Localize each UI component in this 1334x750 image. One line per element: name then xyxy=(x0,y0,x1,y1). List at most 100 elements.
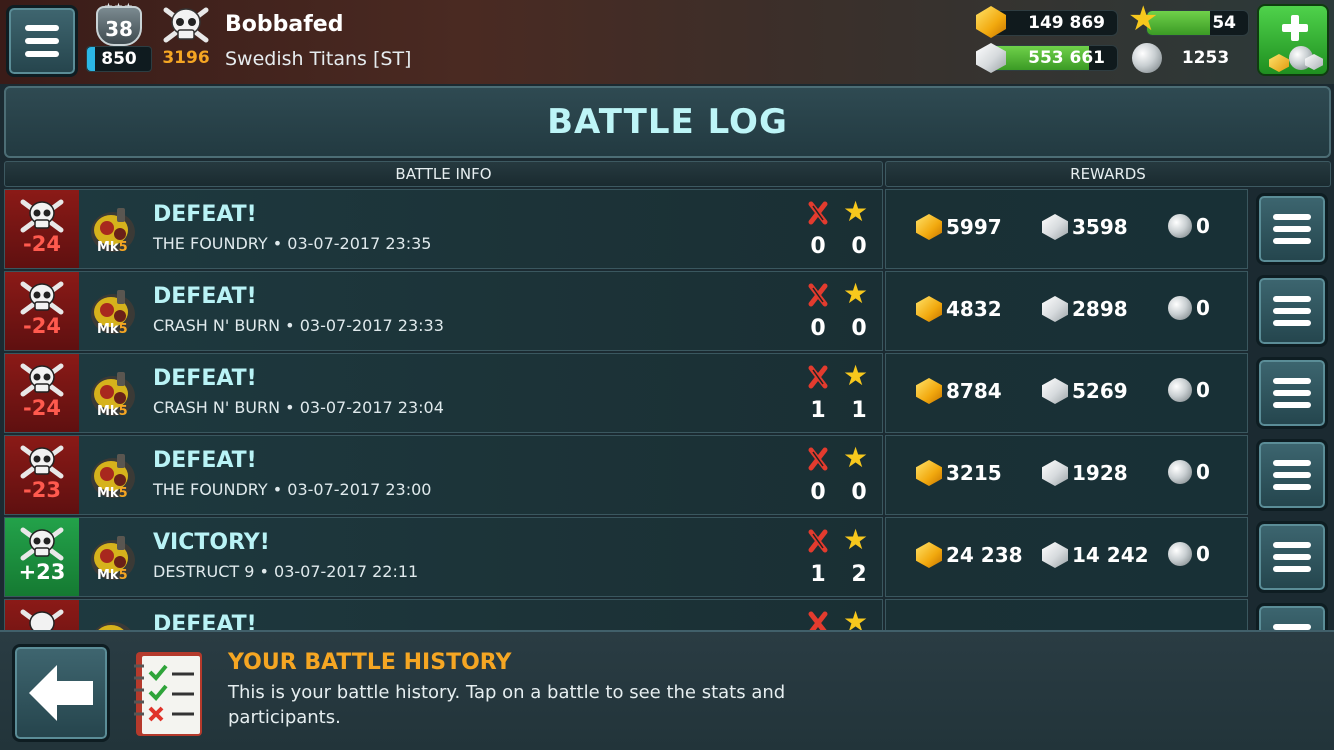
battle-info-cell[interactable]: -23 Mk5 DEFEAT! THE FOUNDRY • 03-07-2017… xyxy=(4,435,883,515)
rewards-cell[interactable]: 4832 2898 0 xyxy=(885,271,1248,351)
menu-icon-bar xyxy=(1273,390,1311,396)
battle-info-cell[interactable]: -24 Mk5 DEFEAT! THE FOUNDRY • 03-07-2017… xyxy=(4,189,883,269)
battle-row[interactable]: -24 Mk5 DEFEAT! THE FOUNDRY • 03-07-2017… xyxy=(0,189,1334,269)
rewards-cell[interactable] xyxy=(885,599,1248,630)
battle-subline: DESTRUCT 9 • 03-07-2017 22:11 xyxy=(153,562,419,581)
menu-icon-bar xyxy=(25,38,59,44)
pearl-icon xyxy=(1168,296,1192,320)
mk-text: Mk xyxy=(97,322,119,337)
gold-reward-value: 4832 xyxy=(946,297,1002,321)
pearl-icon xyxy=(1132,43,1162,73)
pearl-reward: 0 xyxy=(1168,378,1210,402)
battle-details-button[interactable] xyxy=(1256,193,1328,265)
rewards-cell[interactable]: 24 238 14 242 0 xyxy=(885,517,1248,597)
page-title: BATTLE LOG xyxy=(547,102,788,142)
battle-details-button[interactable] xyxy=(1256,603,1328,630)
battle-info-cell[interactable]: -24 Mk5 DEFEAT! CRASH N' BURN • 03-07-20… xyxy=(4,353,883,433)
battle-details-button[interactable] xyxy=(1256,521,1328,593)
silver-reward: 2898 xyxy=(1042,296,1128,322)
trophy-delta: +23 xyxy=(18,560,66,584)
kills-icon xyxy=(808,201,828,225)
battle-subline: THE FOUNDRY • 03-07-2017 23:00 xyxy=(153,480,432,499)
pearl-icon xyxy=(1168,460,1192,484)
pearl-reward-value: 0 xyxy=(1196,378,1210,402)
battle-row[interactable]: -23 Mk5 DEFEAT! THE FOUNDRY • 03-07-2017… xyxy=(0,435,1334,515)
top-bar: ★★★ 38 850 3196 Bobbafed Swedish Titans … xyxy=(0,0,1334,84)
clan-name[interactable]: Swedish Titans [ST] xyxy=(225,48,411,70)
gold-counter: 149 869 xyxy=(990,10,1118,36)
gold-value: 149 869 xyxy=(1028,13,1105,33)
star-icon: ★ xyxy=(843,605,869,631)
rewards-cell[interactable]: 8784 5269 0 xyxy=(885,353,1248,433)
stars-value: 0 xyxy=(851,234,867,259)
kills-value: 0 xyxy=(810,480,826,505)
map-name: THE FOUNDRY xyxy=(153,480,268,499)
mk-text: Mk xyxy=(97,486,119,501)
silver-reward-value: 5269 xyxy=(1072,379,1128,403)
gold-reward-value: 8784 xyxy=(946,379,1002,403)
battle-subline: CRASH N' BURN • 03-07-2017 23:04 xyxy=(153,398,444,417)
silver-value: 553 661 xyxy=(1028,48,1105,68)
column-header-battle-info: BATTLE INFO xyxy=(4,161,883,187)
title-panel: BATTLE LOG xyxy=(4,86,1331,158)
battle-row[interactable]: DEFEAT! ★ xyxy=(0,599,1334,630)
battle-details-button[interactable] xyxy=(1256,275,1328,347)
pearl-icon xyxy=(1168,542,1192,566)
bottom-bar: YOUR BATTLE HISTORY This is your battle … xyxy=(0,630,1334,750)
trophy-count: 3196 xyxy=(162,48,210,68)
menu-icon-bar xyxy=(1273,402,1311,408)
battle-datetime: 03-07-2017 23:00 xyxy=(287,480,432,499)
battle-datetime: 03-07-2017 22:11 xyxy=(274,562,419,581)
pearl-reward-value: 0 xyxy=(1196,296,1210,320)
menu-icon-bar xyxy=(1273,320,1311,326)
battle-info-cell[interactable]: +23 Mk5 VICTORY! DESTRUCT 9 • 03-07-2017… xyxy=(4,517,883,597)
silver-reward-value: 3598 xyxy=(1072,215,1128,239)
skull-icon xyxy=(20,445,64,479)
star-icon: ★ xyxy=(843,441,869,474)
battle-details-button[interactable] xyxy=(1256,357,1328,429)
battle-list[interactable]: -24 Mk5 DEFEAT! THE FOUNDRY • 03-07-2017… xyxy=(0,189,1334,630)
player-name[interactable]: Bobbafed xyxy=(225,12,343,37)
silver-icon xyxy=(1042,214,1068,240)
map-name: CRASH N' BURN xyxy=(153,316,281,335)
kills-icon xyxy=(808,447,828,471)
rewards-cell[interactable]: 3215 1928 0 xyxy=(885,435,1248,515)
battle-row[interactable]: +23 Mk5 VICTORY! DESTRUCT 9 • 03-07-2017… xyxy=(0,517,1334,597)
pearl-icon xyxy=(1168,378,1192,402)
gold-reward: 3215 xyxy=(916,460,1002,486)
column-header-label: REWARDS xyxy=(1070,165,1146,183)
level-badge[interactable]: 38 xyxy=(96,6,142,46)
gold-icon xyxy=(916,296,942,322)
result-badge: -24 xyxy=(5,272,79,350)
checklist-icon xyxy=(134,652,202,736)
silver-reward: 3598 xyxy=(1042,214,1128,240)
battle-details-button[interactable] xyxy=(1256,439,1328,511)
pearls-value: 1253 xyxy=(1181,48,1230,68)
stars-value: 0 xyxy=(851,480,867,505)
mk-level: 5 xyxy=(118,404,128,419)
kills-icon xyxy=(808,283,828,307)
battle-row[interactable]: -24 Mk5 DEFEAT! CRASH N' BURN • 03-07-20… xyxy=(0,271,1334,351)
result-badge: -24 xyxy=(5,190,79,268)
mk-text: Mk xyxy=(97,240,119,255)
mk-text: Mk xyxy=(97,404,119,419)
main-menu-button[interactable] xyxy=(6,5,78,77)
battle-info-cell[interactable]: -24 Mk5 DEFEAT! CRASH N' BURN • 03-07-20… xyxy=(4,271,883,351)
silver-reward: 14 242 xyxy=(1042,542,1149,568)
rewards-cell[interactable]: 5997 3598 0 xyxy=(885,189,1248,269)
menu-icon xyxy=(25,25,59,31)
back-button[interactable] xyxy=(12,644,110,742)
shop-plus-button[interactable] xyxy=(1257,4,1329,76)
battle-subline: THE FOUNDRY • 03-07-2017 23:35 xyxy=(153,234,432,253)
silver-reward-value: 1928 xyxy=(1072,461,1128,485)
back-arrow-icon xyxy=(29,665,93,721)
silver-icon xyxy=(1042,378,1068,404)
robot-mk-label: Mk5 xyxy=(97,568,128,583)
map-name: CRASH N' BURN xyxy=(153,398,281,417)
map-name: THE FOUNDRY xyxy=(153,234,268,253)
skull-trophy-icon xyxy=(163,7,209,43)
silver-icon xyxy=(1042,296,1068,322)
map-name: DESTRUCT 9 xyxy=(153,562,255,581)
battle-row[interactable]: -24 Mk5 DEFEAT! CRASH N' BURN • 03-07-20… xyxy=(0,353,1334,433)
battle-info-cell[interactable]: DEFEAT! ★ xyxy=(4,599,883,630)
